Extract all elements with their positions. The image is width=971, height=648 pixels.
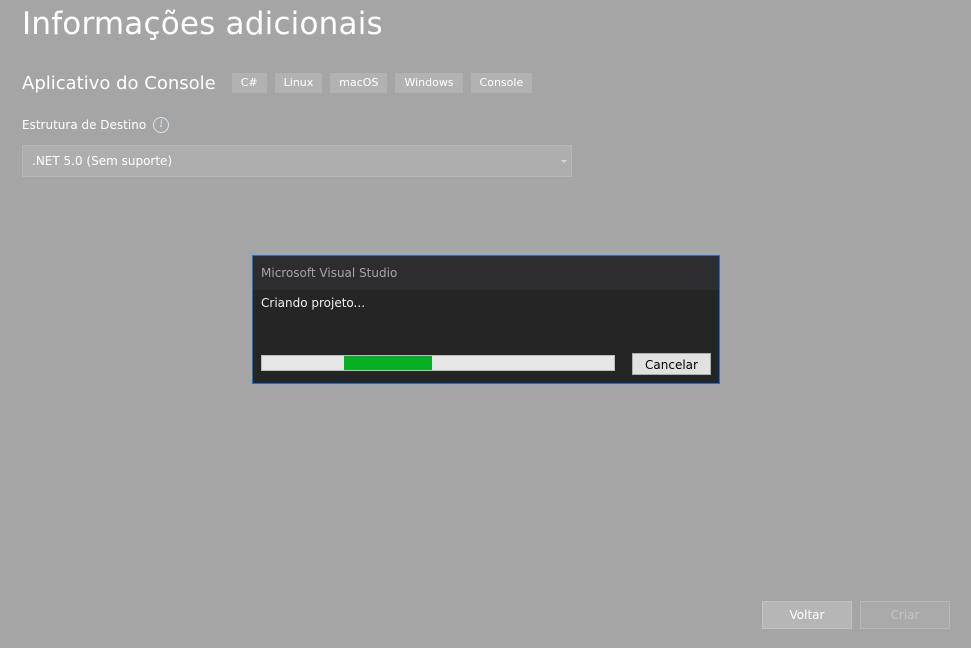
chevron-down-icon bbox=[561, 160, 567, 163]
tag-platform-linux: Linux bbox=[274, 73, 323, 93]
framework-select-value: .NET 5.0 (Sem suporte) bbox=[32, 154, 173, 168]
cancel-button[interactable]: Cancelar bbox=[632, 353, 711, 375]
project-type-row: Aplicativo do Console C# Linux macOS Win… bbox=[22, 70, 540, 96]
dialog-message: Criando projeto... bbox=[261, 296, 366, 310]
progress-bar bbox=[261, 355, 615, 371]
framework-label-row: Estrutura de Destino i bbox=[22, 116, 170, 134]
tag-platform-macos: macOS bbox=[330, 73, 388, 93]
tag-platform-windows: Windows bbox=[395, 73, 463, 93]
progress-dialog: Microsoft Visual Studio Criando projeto.… bbox=[252, 255, 720, 384]
create-button[interactable]: Criar bbox=[860, 601, 950, 629]
framework-select[interactable]: .NET 5.0 (Sem suporte) bbox=[22, 145, 572, 177]
back-button[interactable]: Voltar bbox=[762, 601, 852, 629]
tag-project-type: Console bbox=[470, 73, 533, 93]
dialog-titlebar[interactable]: Microsoft Visual Studio bbox=[253, 256, 719, 290]
project-type-title: Aplicativo do Console bbox=[22, 72, 216, 94]
progress-bar-fill bbox=[344, 356, 432, 370]
info-icon[interactable]: i bbox=[153, 117, 170, 133]
page-title: Informações adicionais bbox=[22, 6, 383, 42]
framework-label: Estrutura de Destino bbox=[22, 118, 147, 132]
dialog-title: Microsoft Visual Studio bbox=[261, 266, 398, 280]
tag-language: C# bbox=[231, 73, 267, 93]
